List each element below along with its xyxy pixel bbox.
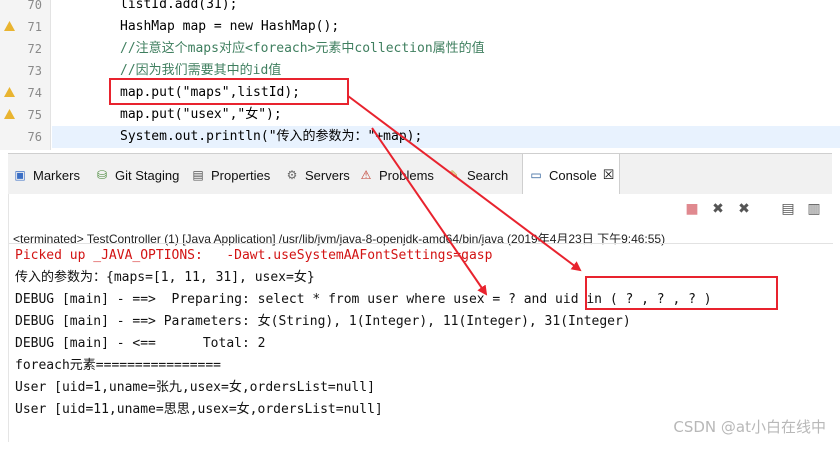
warning-marker-icon[interactable] [4, 21, 15, 32]
code-comment-line[interactable]: //注意这个maps对应<foreach>元素中collection属性的值 [120, 38, 485, 60]
git-staging-icon: ⛁ [96, 168, 108, 182]
toolbar-separator [761, 200, 771, 218]
warning-marker-icon[interactable] [4, 87, 15, 98]
line-number: 76 [27, 130, 42, 144]
tab-label: Console [549, 167, 597, 183]
console-line: Picked up _JAVA_OPTIONS: -Dawt.useSystem… [15, 248, 493, 263]
tab-label: Problems [379, 167, 434, 183]
tab-label: Search [467, 167, 509, 183]
tab-servers[interactable]: ⚙ Servers [284, 164, 350, 186]
code-editor[interactable]: 70 71 72 73 74 75 76 listId.add(31); Has… [0, 0, 840, 150]
tab-problems[interactable]: ⚠ Problems [358, 164, 434, 186]
warning-marker-icon[interactable] [4, 109, 15, 120]
annotation-box-maps [109, 78, 349, 105]
search-icon: ✎ [448, 168, 460, 182]
line-number: 70 [27, 0, 42, 12]
close-icon[interactable]: ☒ [603, 167, 615, 183]
code-line[interactable]: HashMap map = new HashMap(); [120, 16, 339, 38]
tab-label: Git Staging [115, 167, 180, 183]
views-tab-bar: ▣ Markers ⛁ Git Staging ▤ Properties ⚙ S… [8, 153, 832, 195]
scroll-lock-icon[interactable]: ▥ [805, 200, 823, 218]
problems-icon: ⚠ [360, 168, 372, 182]
console-line: DEBUG [main] - <== Total: 2 [15, 336, 266, 351]
code-line[interactable]: System.out.println("传入的参数为："+map); [120, 126, 422, 148]
annotation-box-uid-in [585, 276, 778, 310]
tab-markers[interactable]: ▣ Markers [12, 164, 80, 186]
line-number: 72 [27, 42, 42, 56]
console-view[interactable]: ■ ✖ ✖ ▤ ▥ <terminated> TestController (1… [8, 194, 833, 442]
console-icon: ▭ [530, 168, 542, 182]
console-line: 传入的参数为：{maps=[1, 11, 31], usex=女} [15, 270, 315, 285]
markers-icon: ▣ [14, 168, 26, 182]
tab-console-active[interactable]: ▭ Console ☒ [522, 154, 620, 194]
code-line[interactable]: map.put("usex","女"); [120, 104, 282, 126]
clear-console-icon[interactable]: ▤ [779, 200, 797, 218]
servers-icon: ⚙ [286, 168, 298, 182]
properties-icon: ▤ [192, 168, 204, 182]
console-line: foreach元素================ [15, 358, 222, 373]
tab-label: Properties [211, 167, 271, 183]
remove-all-terminated-icon[interactable]: ✖ [735, 200, 753, 218]
remove-launch-icon[interactable]: ✖ [709, 200, 727, 218]
terminate-icon[interactable]: ■ [683, 200, 701, 218]
console-line: DEBUG [main] - ==> Parameters: 女(String)… [15, 314, 631, 329]
console-line: User [uid=1,uname=张九,usex=女,ordersList=n… [15, 380, 375, 395]
tab-search[interactable]: ✎ Search [446, 164, 508, 186]
console-line: User [uid=11,uname=思思,usex=女,ordersList=… [15, 402, 383, 417]
tab-properties[interactable]: ▤ Properties [190, 164, 270, 186]
code-line[interactable]: listId.add(31); [120, 0, 237, 16]
tab-label: Servers [305, 167, 350, 183]
divider [9, 243, 833, 244]
tab-label: Markers [33, 167, 80, 183]
tab-console[interactable]: ▭ Console ☒ [528, 164, 614, 186]
line-number: 73 [27, 64, 42, 78]
watermark: CSDN @at小白在线中 [673, 418, 826, 436]
tab-git-staging[interactable]: ⛁ Git Staging [94, 164, 179, 186]
console-toolbar: ■ ✖ ✖ ▤ ▥ [683, 200, 823, 220]
